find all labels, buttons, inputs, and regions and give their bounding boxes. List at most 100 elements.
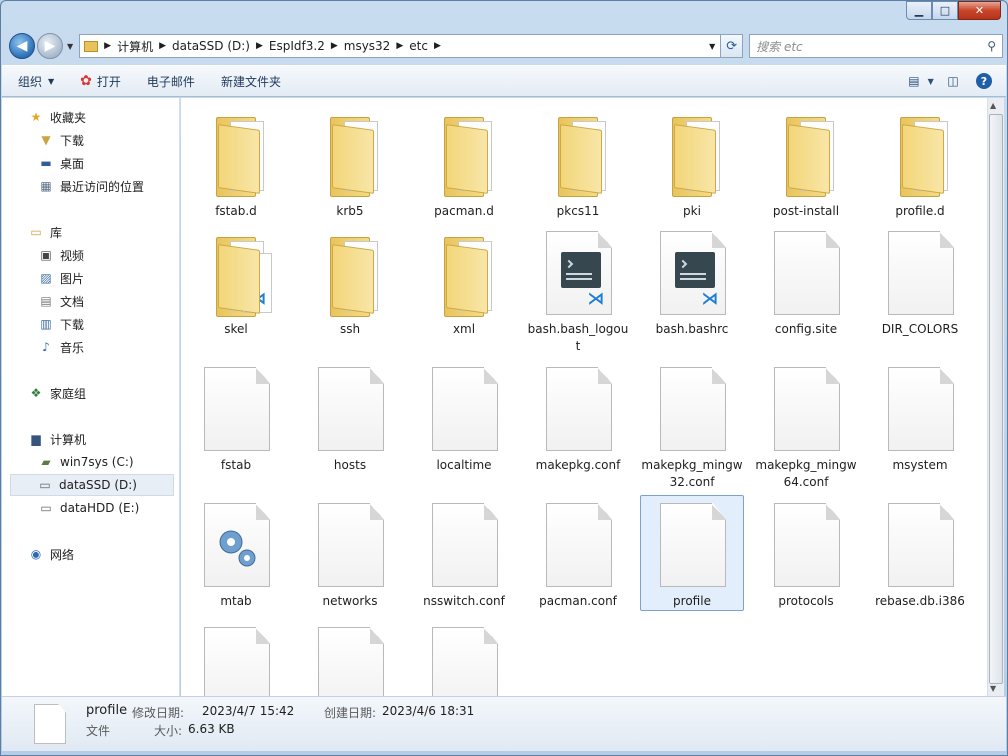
chevron-right-icon[interactable]: ▶ bbox=[256, 41, 263, 51]
file-item[interactable]: nsswitch.conf bbox=[412, 495, 516, 611]
file-icon bbox=[430, 623, 500, 696]
file-item[interactable]: makepkg_mingw64.conf bbox=[754, 359, 858, 489]
sidebar-item-drive-e[interactable]: ▭ dataHDD (E:) bbox=[38, 497, 139, 519]
file-item[interactable]: pkcs11 bbox=[526, 103, 630, 219]
file-name: pkcs11 bbox=[556, 204, 600, 218]
address-history-dropdown[interactable]: ▼ bbox=[704, 42, 720, 51]
vertical-scrollbar[interactable]: ▲ ▼ bbox=[987, 98, 1004, 696]
file-item[interactable] bbox=[412, 619, 516, 696]
folder-icon bbox=[316, 107, 386, 199]
file-item[interactable]: mtab bbox=[184, 495, 288, 611]
file-item[interactable]: protocols bbox=[754, 495, 858, 611]
sidebar-item-recent[interactable]: ▦ 最近访问的位置 bbox=[38, 175, 144, 197]
email-button[interactable]: 电子邮件 bbox=[147, 73, 195, 90]
search-icon[interactable]: ⚲ bbox=[987, 39, 996, 53]
sidebar-item-drive-c[interactable]: ▰ win7sys (C:) bbox=[38, 451, 134, 473]
sidebar-homegroup[interactable]: ❖ 家庭组 bbox=[28, 382, 86, 404]
recent-pages-dropdown[interactable]: ▼ bbox=[67, 42, 73, 51]
sidebar-item-pictures[interactable]: ▨ 图片 bbox=[38, 267, 84, 289]
file-item[interactable]: ⋊ skel bbox=[184, 223, 288, 339]
scrollbar-thumb[interactable] bbox=[989, 114, 1003, 684]
file-item[interactable]: ⋊ bash.bash_logout bbox=[526, 223, 630, 353]
view-options-icon[interactable]: ▤ ▼ bbox=[908, 73, 934, 89]
sidebar-item-downloads[interactable]: ▼ 下载 bbox=[38, 129, 84, 151]
drive-icon: ▭ bbox=[39, 478, 51, 492]
breadcrumb-item[interactable]: etc ▶ bbox=[409, 38, 447, 55]
sidebar-libraries[interactable]: ▭ 库 bbox=[28, 221, 62, 243]
file-item[interactable]: hosts bbox=[298, 359, 402, 475]
file-item[interactable]: post-install bbox=[754, 103, 858, 219]
file-item[interactable]: localtime bbox=[412, 359, 516, 475]
sidebar-item-music[interactable]: ♪ 音乐 bbox=[38, 336, 84, 358]
file-icon bbox=[658, 499, 728, 591]
breadcrumb-item[interactable]: dataSSD (D:) ▶ bbox=[172, 38, 269, 55]
file-item[interactable]: profile.d bbox=[868, 103, 972, 219]
file-item[interactable]: profile bbox=[640, 495, 744, 611]
address-bar[interactable]: ▶ 计算机 ▶ dataSSD (D:) ▶ EspIdf3.2 ▶ msys32 ▶ etc ▶… bbox=[79, 34, 722, 58]
file-item[interactable]: fstab bbox=[184, 359, 288, 475]
chevron-right-icon[interactable]: ▶ bbox=[159, 41, 166, 51]
file-item[interactable]: makepkg.conf bbox=[526, 359, 630, 475]
file-name: skel bbox=[224, 322, 248, 336]
sidebar-item-lib-downloads[interactable]: ▥ 下载 bbox=[38, 313, 84, 335]
sidebar-computer-label: 计算机 bbox=[50, 432, 87, 447]
scroll-down-icon[interactable]: ▼ bbox=[990, 684, 996, 693]
file-name: hosts bbox=[333, 458, 367, 472]
sidebar-item-label: 音乐 bbox=[60, 340, 85, 355]
file-item[interactable]: krb5 bbox=[298, 103, 402, 219]
file-item[interactable]: ssh bbox=[298, 223, 402, 339]
forward-button[interactable]: ▶ bbox=[37, 33, 63, 59]
folder-icon bbox=[772, 107, 842, 199]
downloads-folder-icon: ▼ bbox=[41, 133, 51, 147]
breadcrumb-item[interactable]: msys32 ▶ bbox=[344, 38, 410, 55]
refresh-button[interactable]: ⟳ bbox=[721, 34, 744, 58]
file-item[interactable]: DIR_COLORS bbox=[868, 223, 972, 339]
sidebar-item-videos[interactable]: ▣ 视频 bbox=[38, 244, 84, 266]
file-item[interactable]: ⋊ bash.bashrc bbox=[640, 223, 744, 339]
file-item[interactable]: rebase.db.i386 bbox=[868, 495, 972, 611]
file-name: makepkg.conf bbox=[535, 458, 621, 472]
file-name: networks bbox=[322, 594, 378, 608]
file-item[interactable]: pki bbox=[640, 103, 744, 219]
chevron-right-icon[interactable]: ▶ bbox=[331, 41, 338, 51]
sidebar-computer[interactable]: ▆ 计算机 bbox=[28, 428, 86, 450]
file-item[interactable]: msystem bbox=[868, 359, 972, 475]
file-name: DIR_COLORS bbox=[881, 322, 959, 336]
file-item[interactable]: networks bbox=[298, 495, 402, 611]
sidebar-item-label: win7sys (C:) bbox=[60, 455, 134, 469]
maximize-button[interactable]: □ bbox=[932, 1, 958, 20]
close-button[interactable]: ✕ bbox=[958, 1, 1001, 20]
sidebar-network[interactable]: ◉ 网络 bbox=[28, 543, 74, 565]
file-name: nsswitch.conf bbox=[423, 594, 505, 608]
file-name: msystem bbox=[892, 458, 948, 472]
file-item[interactable]: fstab.d bbox=[184, 103, 288, 219]
file-item[interactable]: pacman.conf bbox=[526, 495, 630, 611]
breadcrumb-item[interactable]: 计算机 ▶ bbox=[117, 38, 172, 55]
chevron-right-icon[interactable]: ▶ bbox=[396, 41, 403, 51]
file-item[interactable] bbox=[184, 619, 288, 696]
minimize-button[interactable]: ▁ bbox=[906, 1, 932, 20]
open-button[interactable]: ✿ 打开 bbox=[80, 73, 121, 90]
chevron-right-icon[interactable]: ▶ bbox=[104, 41, 111, 51]
chevron-right-icon[interactable]: ▶ bbox=[434, 41, 441, 51]
search-input[interactable]: 搜索 etc ⚲ bbox=[749, 34, 1003, 58]
file-item[interactable]: config.site bbox=[754, 223, 858, 339]
scroll-up-icon[interactable]: ▲ bbox=[990, 101, 996, 110]
sidebar-item-label: 下载 bbox=[60, 133, 85, 148]
back-button[interactable]: ◀ bbox=[9, 33, 35, 59]
organize-button[interactable]: 组织 ▼ bbox=[18, 73, 54, 90]
sidebar-favorites[interactable]: ★ 收藏夹 bbox=[28, 106, 86, 128]
sidebar-item-drive-d[interactable]: ▭ dataSSD (D:) bbox=[10, 474, 174, 496]
breadcrumb-item[interactable]: EspIdf3.2 ▶ bbox=[269, 38, 344, 55]
file-item[interactable] bbox=[298, 619, 402, 696]
file-name: fstab.d bbox=[215, 204, 257, 218]
new-folder-button[interactable]: 新建文件夹 bbox=[221, 73, 281, 90]
email-label: 电子邮件 bbox=[146, 74, 195, 89]
file-item[interactable]: xml bbox=[412, 223, 516, 339]
sidebar-item-documents[interactable]: ▤ 文档 bbox=[38, 290, 84, 312]
file-item[interactable]: pacman.d bbox=[412, 103, 516, 219]
help-icon[interactable]: ? bbox=[976, 73, 992, 89]
sidebar-item-desktop[interactable]: ▬ 桌面 bbox=[38, 152, 84, 174]
file-item[interactable]: makepkg_mingw32.conf bbox=[640, 359, 744, 489]
preview-pane-icon[interactable]: ◫ bbox=[944, 73, 962, 89]
